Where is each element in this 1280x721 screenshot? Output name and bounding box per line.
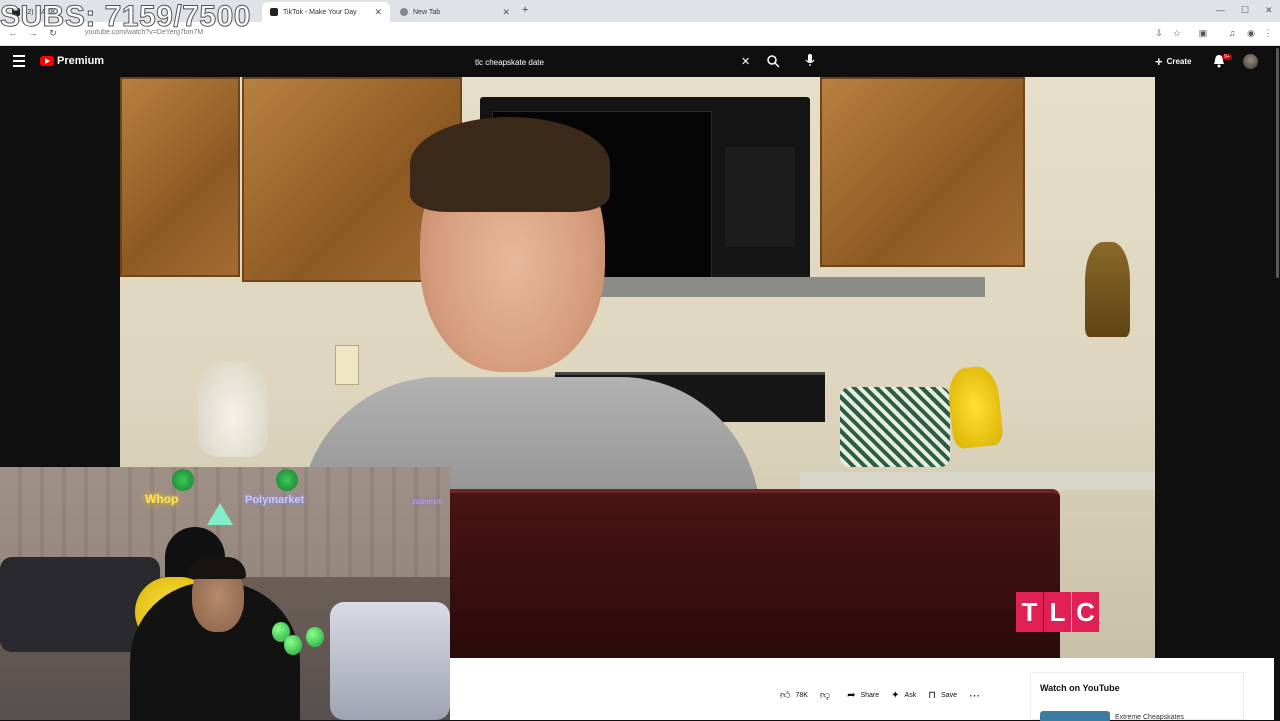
youtube-logo[interactable]: Premium <box>40 55 104 67</box>
share-icon: ➦ <box>847 689 856 701</box>
neon-sign-whop: Whop <box>145 492 179 506</box>
notification-count-badge: 9+ <box>1222 54 1232 60</box>
like-button[interactable]: 👍︎ 78K <box>774 686 814 704</box>
microphone-icon[interactable] <box>804 53 816 67</box>
streamer-hair <box>188 557 246 579</box>
cabinet <box>120 77 240 277</box>
bookmark-star-icon[interactable]: ☆ <box>1172 28 1182 38</box>
ask-label: Ask <box>904 691 917 699</box>
tlc-letter: L <box>1044 592 1071 632</box>
tlc-letter: T <box>1016 592 1043 632</box>
like-count: 78K <box>795 691 808 699</box>
thumbs-up-icon: 👍︎ <box>780 690 791 701</box>
close-tab-icon[interactable]: ✕ <box>374 7 382 18</box>
person-hair <box>410 117 610 212</box>
close-window-icon[interactable]: ✕ <box>1265 5 1273 16</box>
share-button[interactable]: ➦ Share <box>841 686 885 704</box>
wall-outlet <box>335 345 359 385</box>
youtube-play-icon <box>40 56 54 66</box>
microwave-panel <box>725 147 795 247</box>
youtube-brand-label: Premium <box>57 55 105 67</box>
tiktok-favicon-icon <box>270 8 278 16</box>
tab-label: New Tab <box>413 8 441 16</box>
youtube-header: Premium tlc cheapskate date ✕ + Create <box>0 46 1280 77</box>
create-label: Create <box>1166 56 1192 66</box>
green-balloon <box>284 635 302 655</box>
cabinet <box>820 77 1025 267</box>
tlc-letter: C <box>1072 592 1099 632</box>
neon-triangle-icon <box>207 503 233 525</box>
laptop <box>440 489 1060 658</box>
browser-tab[interactable]: New Tab ✕ <box>392 2 518 22</box>
new-tab-favicon-icon <box>400 8 408 16</box>
share-label: Share <box>860 691 880 699</box>
clear-search-icon[interactable]: ✕ <box>741 55 750 68</box>
plant-decoration <box>172 469 194 491</box>
glass-vase <box>198 362 268 457</box>
close-tab-icon[interactable]: ✕ <box>502 7 510 18</box>
sparkle-icon: ✦ <box>891 689 900 701</box>
browser-menu-icon[interactable]: ⋮ <box>1263 28 1273 38</box>
streamer-webcam: Whop Polymarket Joshmark <box>0 467 450 720</box>
browser-tab-active[interactable]: TikTok - Make Your Day ✕ <box>262 2 390 22</box>
search-icon[interactable] <box>766 54 780 68</box>
minimize-icon[interactable]: — <box>1216 5 1225 15</box>
bookmark-icon: ⊓ <box>928 689 937 701</box>
figurine <box>1085 242 1130 337</box>
tlc-watermark-logo: T L C <box>1016 592 1100 632</box>
create-button[interactable]: + Create <box>1155 52 1192 70</box>
scrollbar-thumb[interactable] <box>1276 48 1279 278</box>
thumbs-down-icon: 👎︎ <box>819 690 831 701</box>
countertop <box>800 472 1155 490</box>
dislike-button[interactable]: 👎︎ <box>814 686 841 704</box>
account-avatar[interactable] <box>1243 54 1258 69</box>
save-button[interactable]: ⊓ Save <box>922 686 963 704</box>
video-actions: 👍︎ 78K 👎︎ ➦ Share ✦ Ask ⊓ Save ⋯ <box>774 686 986 704</box>
tab-label: TikTok - Make Your Day <box>283 8 357 16</box>
panel-title: Watch on YouTube <box>1040 683 1120 693</box>
search-input[interactable]: tlc cheapskate date <box>467 51 759 73</box>
media-icon[interactable]: ♫ <box>1227 28 1237 38</box>
range-hood <box>585 277 985 297</box>
watch-on-youtube-panel[interactable]: Watch on YouTube Extreme Cheapskates <box>1030 672 1244 721</box>
green-balloon <box>306 627 324 647</box>
new-tab-button[interactable]: + <box>522 4 528 16</box>
ask-button[interactable]: ✦ Ask <box>885 686 922 704</box>
neon-sign-side: Joshmark <box>412 499 443 506</box>
pillows <box>330 602 450 720</box>
plus-icon: + <box>1155 53 1163 69</box>
plant-decoration <box>276 469 298 491</box>
more-actions-icon[interactable]: ⋯ <box>963 686 986 704</box>
checkered-cloth <box>840 387 950 467</box>
install-app-icon[interactable]: ⇩ <box>1154 28 1164 38</box>
hamburger-menu-icon[interactable] <box>13 55 25 67</box>
extensions-icon[interactable]: ▣ <box>1198 28 1208 38</box>
save-label: Save <box>941 691 957 699</box>
profile-icon[interactable]: ◉ <box>1246 28 1256 38</box>
neon-sign-polymarket: Polymarket <box>245 494 305 506</box>
maximize-icon[interactable]: ☐ <box>1241 5 1249 16</box>
subscriber-goal-overlay: SUBS: 7159/7500 <box>0 0 251 34</box>
